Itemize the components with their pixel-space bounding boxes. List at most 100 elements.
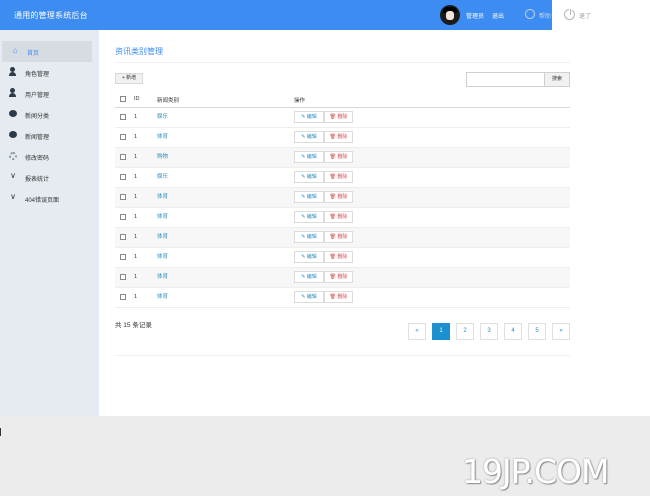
top-bar-right: 退了 (552, 0, 650, 30)
chat-icon (9, 131, 17, 138)
page-button-1[interactable]: 1 (432, 323, 450, 340)
help-label[interactable]: 帮助 (539, 11, 551, 20)
page-button-5[interactable]: 5 (528, 323, 546, 340)
edit-button[interactable]: ✎ 编辑 (294, 271, 324, 283)
exit-label[interactable]: 退了 (579, 11, 591, 20)
gear-icon (9, 152, 17, 160)
row-category-link[interactable]: 体育 (157, 192, 168, 200)
delete-button[interactable]: 🗑 删除 (324, 211, 353, 223)
power-icon[interactable] (564, 8, 575, 20)
edit-button[interactable]: ✎ 编辑 (294, 251, 324, 263)
edit-button[interactable]: ✎ 编辑 (294, 111, 324, 123)
page-title: 资讯类别管理 (115, 47, 163, 56)
row-category-link[interactable]: 购物 (157, 152, 168, 160)
delete-button[interactable]: 🗑 删除 (324, 251, 353, 263)
search-input[interactable] (466, 72, 545, 87)
row-checkbox[interactable] (120, 234, 126, 240)
table-row: 1 娱乐 ✎ 编辑 🗑 删除 (115, 108, 570, 128)
table-row: 1 体育 ✎ 编辑 🗑 删除 (115, 188, 570, 208)
home-icon: ⌂ (12, 46, 18, 55)
sidebar-item-reports[interactable]: ∨ 报表统计 (0, 167, 99, 188)
sidebar: ⌂ 首页 角色管理 用户管理 新闻分类 新闻管理 修改密码 ∨ 报表统计 ∨ 4… (0, 30, 99, 416)
edit-button[interactable]: ✎ 编辑 (294, 211, 324, 223)
sidebar-item-home[interactable]: ⌂ 首页 (2, 41, 92, 62)
page-button-3[interactable]: 3 (480, 323, 498, 340)
sidebar-item-label: 角色管理 (25, 72, 50, 78)
delete-button[interactable]: 🗑 删除 (324, 111, 353, 123)
delete-button[interactable]: 🗑 删除 (324, 271, 353, 283)
row-category-link[interactable]: 娱乐 (157, 172, 168, 180)
page-button-4[interactable]: 4 (504, 323, 522, 340)
edit-button[interactable]: ✎ 编辑 (294, 191, 324, 203)
row-category-link[interactable]: 娱乐 (157, 112, 168, 120)
row-checkbox[interactable] (120, 254, 126, 260)
search-button[interactable]: 搜索 (544, 72, 570, 87)
row-checkbox[interactable] (120, 194, 126, 200)
column-header-category: 新闻类别 (157, 98, 180, 104)
column-header-actions: 操作 (294, 98, 306, 104)
chevron-down-icon: ∨ (10, 171, 16, 180)
row-category-link[interactable]: 体育 (157, 132, 168, 140)
help-icon[interactable] (525, 9, 535, 19)
avatar-face (446, 11, 454, 20)
row-checkbox[interactable] (120, 154, 126, 160)
delete-button[interactable]: 🗑 删除 (324, 231, 353, 243)
logout-link[interactable]: 退出 (492, 11, 504, 20)
table-row: 1 体育 ✎ 编辑 🗑 删除 (115, 268, 570, 288)
chevron-down-icon: ∨ (10, 192, 16, 201)
sidebar-item-users[interactable]: 用户管理 (0, 83, 99, 104)
delete-button[interactable]: 🗑 删除 (324, 291, 353, 303)
row-id: 1 (134, 294, 138, 300)
sidebar-item-password[interactable]: 修改密码 (0, 146, 99, 167)
edit-button[interactable]: ✎ 编辑 (294, 291, 324, 303)
sidebar-item-label: 新闻分类 (25, 114, 50, 120)
table-row: 1 体育 ✎ 编辑 🗑 删除 (115, 128, 570, 148)
row-category-link[interactable]: 体育 (157, 232, 168, 240)
row-checkbox[interactable] (120, 134, 126, 140)
user-icon (9, 88, 16, 97)
row-category-link[interactable]: 体育 (157, 272, 168, 280)
delete-button[interactable]: 🗑 删除 (324, 191, 353, 203)
sidebar-item-label: 报表统计 (25, 177, 50, 183)
row-id: 1 (134, 134, 138, 140)
watermark: 19JP.COM (462, 452, 609, 491)
row-id: 1 (134, 174, 138, 180)
table-header: ID 新闻类别 操作 (115, 92, 570, 108)
edit-button[interactable]: ✎ 编辑 (294, 151, 324, 163)
page-button-2[interactable]: 2 (456, 323, 474, 340)
chat-icon (9, 110, 17, 117)
select-all-checkbox[interactable] (120, 96, 126, 102)
row-checkbox[interactable] (120, 214, 126, 220)
column-header-id: ID (134, 96, 140, 102)
sidebar-item-404[interactable]: ∨ 404错误页面 (0, 188, 99, 209)
edit-button[interactable]: ✎ 编辑 (294, 231, 324, 243)
add-button[interactable]: + 新增 (115, 73, 143, 84)
delete-button[interactable]: 🗑 删除 (324, 151, 353, 163)
text-cursor (0, 428, 1, 436)
row-category-link[interactable]: 体育 (157, 252, 168, 260)
delete-button[interactable]: 🗑 删除 (324, 171, 353, 183)
row-checkbox[interactable] (120, 294, 126, 300)
row-id: 1 (134, 234, 138, 240)
sidebar-item-label: 新闻管理 (25, 135, 50, 141)
user-name[interactable]: 管理员 (466, 11, 484, 20)
row-id: 1 (134, 274, 138, 280)
row-category-link[interactable]: 体育 (157, 292, 168, 300)
sidebar-item-news[interactable]: 新闻管理 (0, 125, 99, 146)
row-checkbox[interactable] (120, 174, 126, 180)
edit-button[interactable]: ✎ 编辑 (294, 131, 324, 143)
row-category-link[interactable]: 体育 (157, 212, 168, 220)
sidebar-item-news-category[interactable]: 新闻分类 (0, 104, 99, 125)
row-checkbox[interactable] (120, 114, 126, 120)
page-prev-button[interactable]: « (408, 323, 426, 340)
edit-button[interactable]: ✎ 编辑 (294, 171, 324, 183)
sidebar-item-label: 404错误页面 (25, 198, 60, 204)
delete-button[interactable]: 🗑 删除 (324, 131, 353, 143)
row-checkbox[interactable] (120, 274, 126, 280)
sidebar-item-label: 修改密码 (25, 156, 50, 162)
table-row: 1 体育 ✎ 编辑 🗑 删除 (115, 248, 570, 268)
page-next-button[interactable]: » (552, 323, 570, 340)
sidebar-item-roles[interactable]: 角色管理 (0, 62, 99, 83)
row-id: 1 (134, 114, 138, 120)
avatar[interactable] (440, 5, 460, 25)
